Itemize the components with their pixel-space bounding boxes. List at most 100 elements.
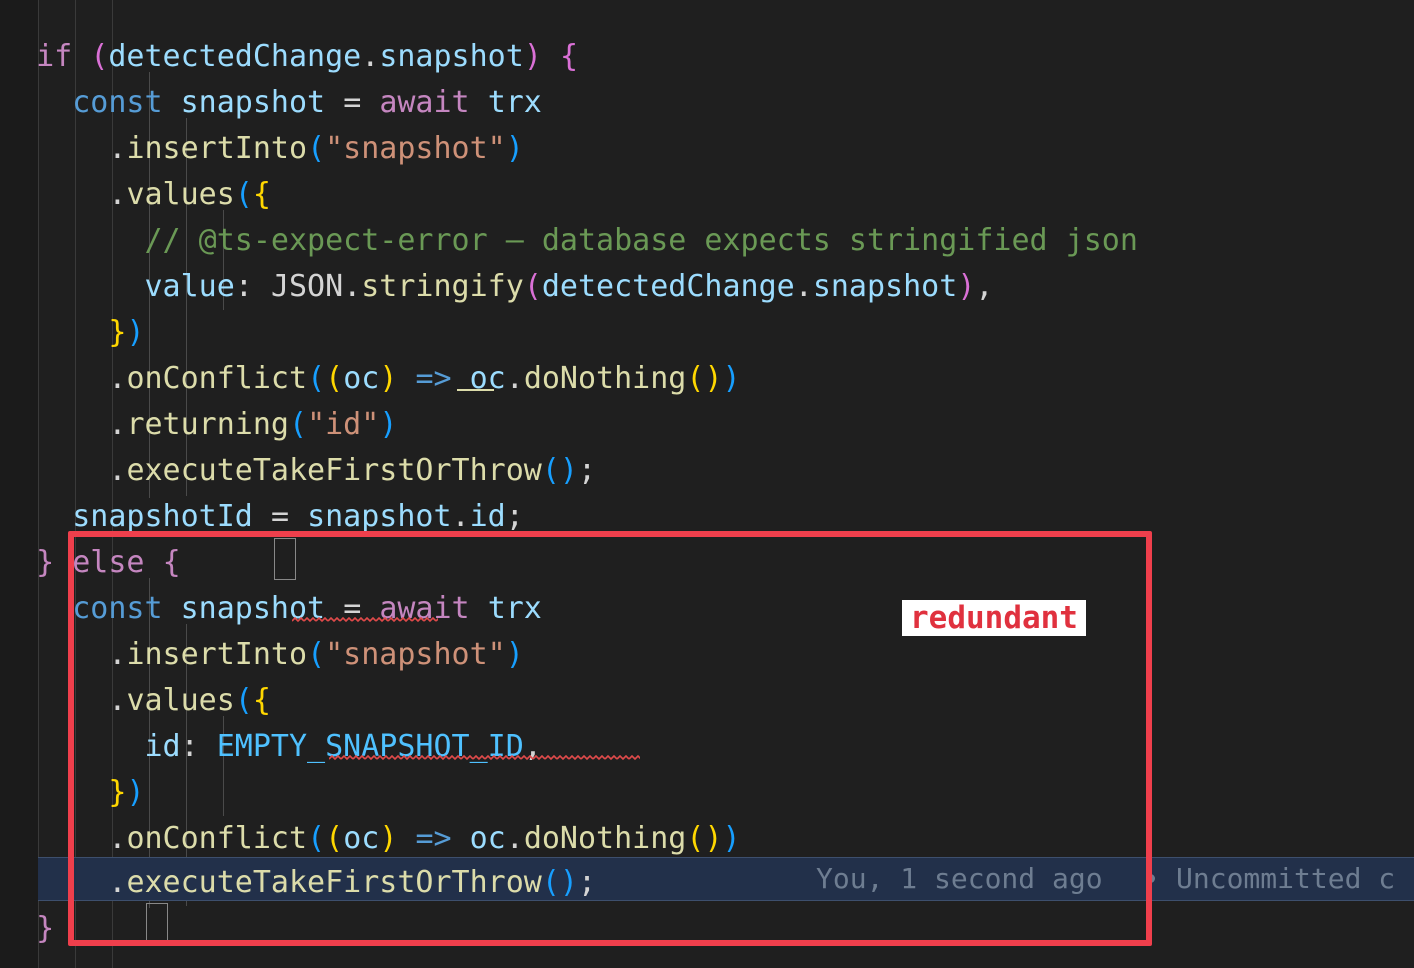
line-close-values-1[interactable]: }) (0, 310, 144, 356)
line-values-1[interactable]: .values({ (0, 172, 271, 218)
code-token: ( (289, 407, 308, 442)
code-token: stringify (361, 269, 524, 304)
code-token: ; (577, 865, 597, 900)
line-comment[interactable]: // @ts-expect-error — database expects s… (0, 218, 1138, 264)
code-token: "id" (307, 407, 380, 442)
code-token: snapshot (379, 39, 524, 74)
line-returning[interactable]: .returning("id") (0, 402, 397, 448)
code-token: } (36, 545, 55, 580)
code-token: detectedChange (108, 39, 362, 74)
code-token: , (975, 269, 994, 304)
line-value-stringify[interactable]: value: JSON.stringify(detectedChange.sna… (0, 264, 994, 310)
code-token: => (415, 821, 452, 856)
code-token: oc (343, 361, 380, 396)
git-blame-message: Uncommitted c (1176, 862, 1396, 895)
code-token: . (451, 499, 470, 534)
code-token: const (72, 591, 163, 626)
code-token: JSON (270, 269, 344, 304)
code-token: snapshot (812, 269, 958, 304)
code-token: ( (234, 683, 253, 718)
code-token: values (126, 177, 235, 212)
code-token: onConflict (126, 361, 308, 396)
code-token: . (108, 407, 127, 442)
code-token: ( (541, 453, 560, 488)
code-token: . (108, 453, 127, 488)
code-token: ) (704, 361, 723, 396)
line-else[interactable]: } else { (0, 540, 181, 586)
code-token: . (505, 821, 524, 856)
line-insertinto-1[interactable]: .insertInto("snapshot") (0, 126, 523, 172)
line-execute-2[interactable]: .executeTakeFirstOrThrow(); (0, 860, 596, 906)
code-token: executeTakeFirstOrThrow (126, 453, 542, 488)
line-close-else[interactable]: } (0, 906, 54, 952)
code-token: "snapshot" (325, 637, 506, 672)
code-token: } (108, 775, 127, 810)
code-token: . (108, 177, 127, 212)
code-text-surface[interactable]: if (detectedChange.snapshot) { const sna… (0, 0, 1414, 968)
line-if-open[interactable]: if (detectedChange.snapshot) { (0, 34, 578, 80)
code-token: . (343, 269, 362, 304)
code-token: . (505, 361, 524, 396)
line-insertinto-2[interactable]: .insertInto("snapshot") (0, 632, 524, 678)
code-token: . (108, 131, 127, 166)
code-token: ( (325, 821, 344, 856)
code-token: . (108, 683, 127, 718)
code-token: snapshotId (72, 499, 253, 534)
code-token: . (108, 637, 127, 672)
line-onconflict-1[interactable]: .onConflict((oc) => oc.doNothing()) (0, 356, 740, 402)
code-token: value (144, 269, 235, 304)
line-const-snapshot-1[interactable]: const snapshot = await trx (0, 80, 542, 126)
code-token: ) (722, 821, 741, 856)
code-token: ) (523, 39, 542, 74)
code-token: if (0, 39, 91, 74)
line-snapshotid-assign[interactable]: snapshotId = snapshot.id; (0, 494, 524, 540)
code-token: else (72, 545, 145, 580)
code-editor-viewport: if (detectedChange.snapshot) { const sna… (0, 0, 1414, 968)
code-token: insertInto (126, 131, 308, 166)
code-token: . (108, 361, 127, 396)
code-token: ) (505, 637, 524, 672)
code-token: ) (559, 865, 578, 900)
code-token: ( (686, 361, 705, 396)
code-token: = (270, 499, 289, 534)
line-const-snapshot-2[interactable]: const snapshot = await trx (0, 586, 542, 632)
line-values-2[interactable]: .values({ (0, 678, 271, 724)
line-id-empty-snapshot[interactable]: id: EMPTY_SNAPSHOT_ID, (0, 724, 542, 770)
code-token: ( (523, 269, 542, 304)
code-token: ( (541, 865, 560, 900)
code-token: detectedChange (541, 269, 795, 304)
code-token: ( (307, 637, 326, 672)
code-token: { (252, 683, 271, 718)
line-close-values-2[interactable]: }) (0, 770, 145, 816)
line-execute-1[interactable]: .executeTakeFirstOrThrow(); (0, 448, 596, 494)
code-token: oc (343, 821, 380, 856)
annotation-label-redundant: redundant (902, 600, 1086, 636)
code-token: : (180, 729, 217, 764)
code-token: executeTakeFirstOrThrow (126, 865, 542, 900)
code-token: ; (577, 453, 597, 488)
code-token: ) (126, 775, 145, 810)
code-token: ( (90, 39, 109, 74)
code-token: . (361, 39, 380, 74)
line-onconflict-2[interactable]: .onConflict((oc) => oc.doNothing()) (0, 816, 741, 862)
code-token: } (108, 315, 127, 350)
code-token: => (415, 361, 452, 396)
